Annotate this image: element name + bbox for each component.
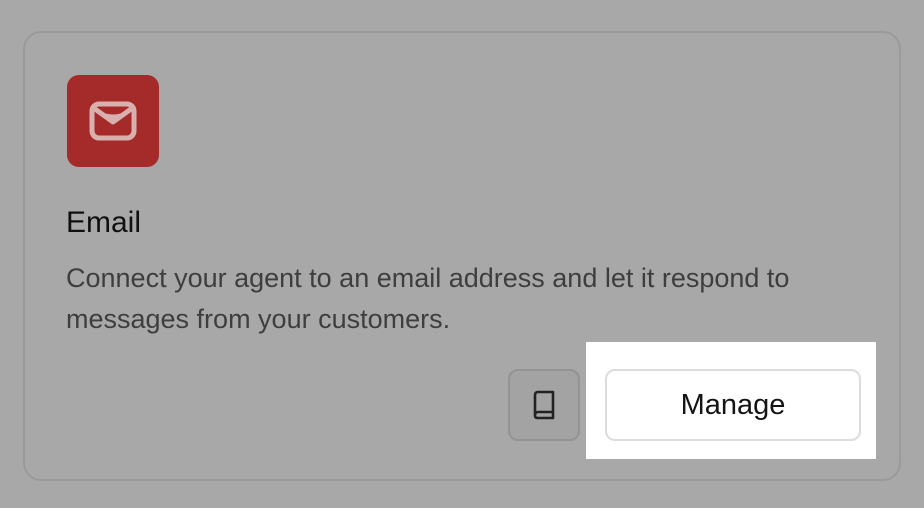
- manage-button[interactable]: Manage: [605, 369, 861, 441]
- documentation-button[interactable]: [508, 369, 580, 441]
- email-integration-card: Email Connect your agent to an email add…: [23, 31, 901, 481]
- email-app-icon: [67, 75, 159, 167]
- book-icon: [533, 390, 555, 420]
- mail-icon: [89, 101, 137, 141]
- integration-description: Connect your agent to an email address a…: [66, 263, 790, 334]
- manage-button-highlight: Manage: [586, 342, 876, 459]
- integration-title: Email: [66, 206, 142, 239]
